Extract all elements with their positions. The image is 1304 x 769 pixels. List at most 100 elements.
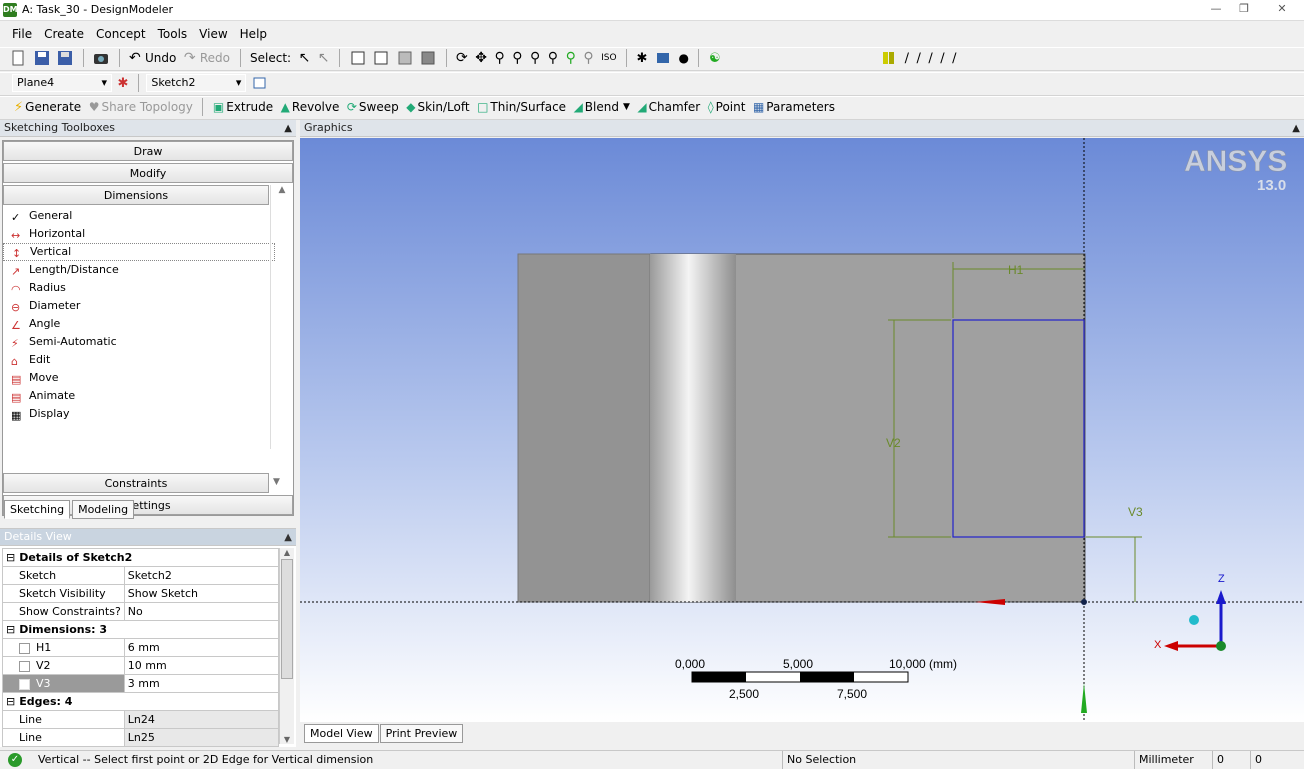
zoom-fit-icon[interactable]: ⚲ <box>530 48 540 68</box>
collapse-icon[interactable]: ⊟ <box>6 551 15 564</box>
pan-icon[interactable]: ✥ <box>475 48 487 68</box>
modify-section-button[interactable]: Modify <box>3 163 293 183</box>
select-edge-icon[interactable] <box>373 48 389 68</box>
menu-help[interactable]: Help <box>234 24 273 41</box>
shaded-icon[interactable] <box>655 48 671 68</box>
select-cursor-icon[interactable]: ↖ <box>299 48 311 68</box>
save-as-icon[interactable] <box>57 48 73 68</box>
details-value[interactable]: No <box>123 602 280 621</box>
triad-icon[interactable]: ✱ <box>637 48 648 68</box>
dimensions-section-button[interactable]: Dimensions <box>3 185 269 205</box>
dimension-value[interactable]: 3 mm <box>123 674 280 693</box>
sketch-mode-icon[interactable] <box>881 48 897 68</box>
select-body-icon[interactable] <box>420 48 436 68</box>
tool-angle[interactable]: ∠ Angle <box>3 315 293 333</box>
select-face-icon[interactable] <box>397 48 413 68</box>
menu-create[interactable]: Create <box>38 24 90 41</box>
minimize-icon[interactable]: — <box>1202 0 1230 18</box>
tab-model-view[interactable]: Model View <box>304 724 379 743</box>
pin-icon[interactable]: ▲ <box>284 121 292 137</box>
tool-length-distance[interactable]: ↗ Length/Distance <box>3 261 293 279</box>
scroll-down-icon[interactable]: ▼ <box>280 735 294 744</box>
pin-icon[interactable]: ▲ <box>284 530 292 546</box>
point-display-icon[interactable]: ● <box>678 48 688 68</box>
tab-sketching[interactable]: Sketching <box>4 500 71 519</box>
dimension-value[interactable]: 10 mm <box>123 656 280 675</box>
restore-icon[interactable]: ❐ <box>1230 0 1258 18</box>
skin-loft-button[interactable]: ◆ Skin/Loft <box>406 97 469 117</box>
tool-move[interactable]: ▤ Move <box>3 369 293 387</box>
tab-modeling[interactable]: Modeling <box>72 500 135 519</box>
dimension-v2-label[interactable]: V2 <box>886 436 901 450</box>
scroll-thumb[interactable] <box>281 559 293 679</box>
zoom-out-icon[interactable]: ⚲ <box>583 48 593 68</box>
tool-display[interactable]: ▦ Display <box>3 405 293 423</box>
dimension-row-selected[interactable]: V3 3 mm <box>2 674 280 693</box>
line-tool-4-icon[interactable]: ∕ <box>940 48 944 68</box>
part-body[interactable] <box>517 253 1086 603</box>
scroll-down-icon[interactable]: ▼ <box>273 477 280 487</box>
graphics-canvas[interactable]: H1 V2 V3 ANSYS 13.0 0,000 5,000 10,000 (… <box>300 138 1304 722</box>
line-tool-3-icon[interactable]: ∕ <box>928 48 932 68</box>
camera-icon[interactable] <box>93 48 109 68</box>
draw-section-button[interactable]: Draw <box>3 141 293 161</box>
details-scrollbar[interactable]: ▲ ▼ <box>279 548 294 744</box>
dimension-value[interactable]: 6 mm <box>123 638 280 657</box>
look-at-icon[interactable]: ☯ <box>709 48 721 68</box>
select-filter-icon[interactable]: ↖ <box>318 48 330 68</box>
tool-radius[interactable]: ◠ Radius <box>3 279 293 297</box>
new-icon[interactable] <box>10 48 26 68</box>
redo-button[interactable]: ↷ Redo <box>184 48 230 68</box>
tab-print-preview[interactable]: Print Preview <box>379 724 464 743</box>
dimensions-group-header[interactable]: ⊟ Dimensions: 3 <box>2 620 279 639</box>
menu-file[interactable]: File <box>6 24 38 41</box>
dimension-v3-label[interactable]: V3 <box>1128 505 1143 519</box>
new-sketch-icon[interactable] <box>252 73 268 93</box>
tool-horizontal[interactable]: ↔ Horizontal <box>3 225 293 243</box>
details-value[interactable]: Sketch2 <box>123 566 280 585</box>
select-point-icon[interactable] <box>350 48 366 68</box>
menu-view[interactable]: View <box>193 24 233 41</box>
tool-semi-automatic[interactable]: ⚡ Semi-Automatic <box>3 333 293 351</box>
sketch-combo[interactable]: Sketch2 ▾ <box>146 73 247 92</box>
tool-general[interactable]: ✓ General <box>3 207 293 225</box>
chamfer-button[interactable]: ◢ Chamfer <box>637 97 700 117</box>
rotate-icon[interactable]: ⟳ <box>456 48 468 68</box>
iso-icon[interactable]: ISO <box>601 48 616 68</box>
details-group-header[interactable]: ⊟ Details of Sketch2 <box>2 548 279 567</box>
details-value[interactable]: Show Sketch <box>123 584 280 603</box>
toolbox-scrollbar[interactable]: ▲ <box>270 185 293 449</box>
checkbox[interactable] <box>19 660 30 672</box>
save-icon[interactable] <box>34 48 50 68</box>
dimension-row[interactable]: H1 6 mm <box>2 638 280 657</box>
share-topology-button[interactable]: ♥ Share Topology <box>89 97 193 117</box>
blend-button[interactable]: ◢ Blend ▼ <box>574 97 630 117</box>
tool-vertical[interactable]: ↕ Vertical <box>3 243 275 261</box>
checkbox[interactable] <box>19 642 30 654</box>
menu-concept[interactable]: Concept <box>90 24 152 41</box>
graphics-viewport[interactable]: H1 V2 V3 ANSYS 13.0 0,000 5,000 10,000 (… <box>300 138 1304 722</box>
details-row[interactable]: Sketch Sketch2 <box>2 566 280 585</box>
constraints-section-button[interactable]: Constraints <box>3 473 269 493</box>
edge-row[interactable]: Line Ln24 <box>2 710 280 729</box>
tool-edit[interactable]: ⌂ Edit <box>3 351 293 369</box>
collapse-icon[interactable]: ⊟ <box>6 623 15 636</box>
line-tool-icon[interactable]: ∕ <box>905 48 909 68</box>
edge-row[interactable]: Line Ln25 <box>2 728 280 747</box>
details-row[interactable]: Show Constraints? No <box>2 602 280 621</box>
scroll-up-icon[interactable]: ▲ <box>271 185 293 195</box>
details-row[interactable]: Sketch Visibility Show Sketch <box>2 584 280 603</box>
pin-icon[interactable]: ▲ <box>1292 121 1300 137</box>
menu-tools[interactable]: Tools <box>152 24 194 41</box>
tool-diameter[interactable]: ⊖ Diameter <box>3 297 293 315</box>
revolve-button[interactable]: ▲ Revolve <box>281 97 340 117</box>
scroll-up-icon[interactable]: ▲ <box>280 548 294 557</box>
undo-button[interactable]: ↶ Undo <box>129 48 176 68</box>
line-tool-2-icon[interactable]: ∕ <box>916 48 920 68</box>
extrude-button[interactable]: ▣ Extrude <box>213 97 273 117</box>
point-button[interactable]: ◊ Point <box>708 97 746 117</box>
zoom-box-icon[interactable]: ⚲ <box>512 48 522 68</box>
sweep-button[interactable]: ⟳ Sweep <box>347 97 399 117</box>
generate-button[interactable]: ⚡ Generate <box>14 97 81 117</box>
line-tool-5-icon[interactable]: ∕ <box>952 48 956 68</box>
